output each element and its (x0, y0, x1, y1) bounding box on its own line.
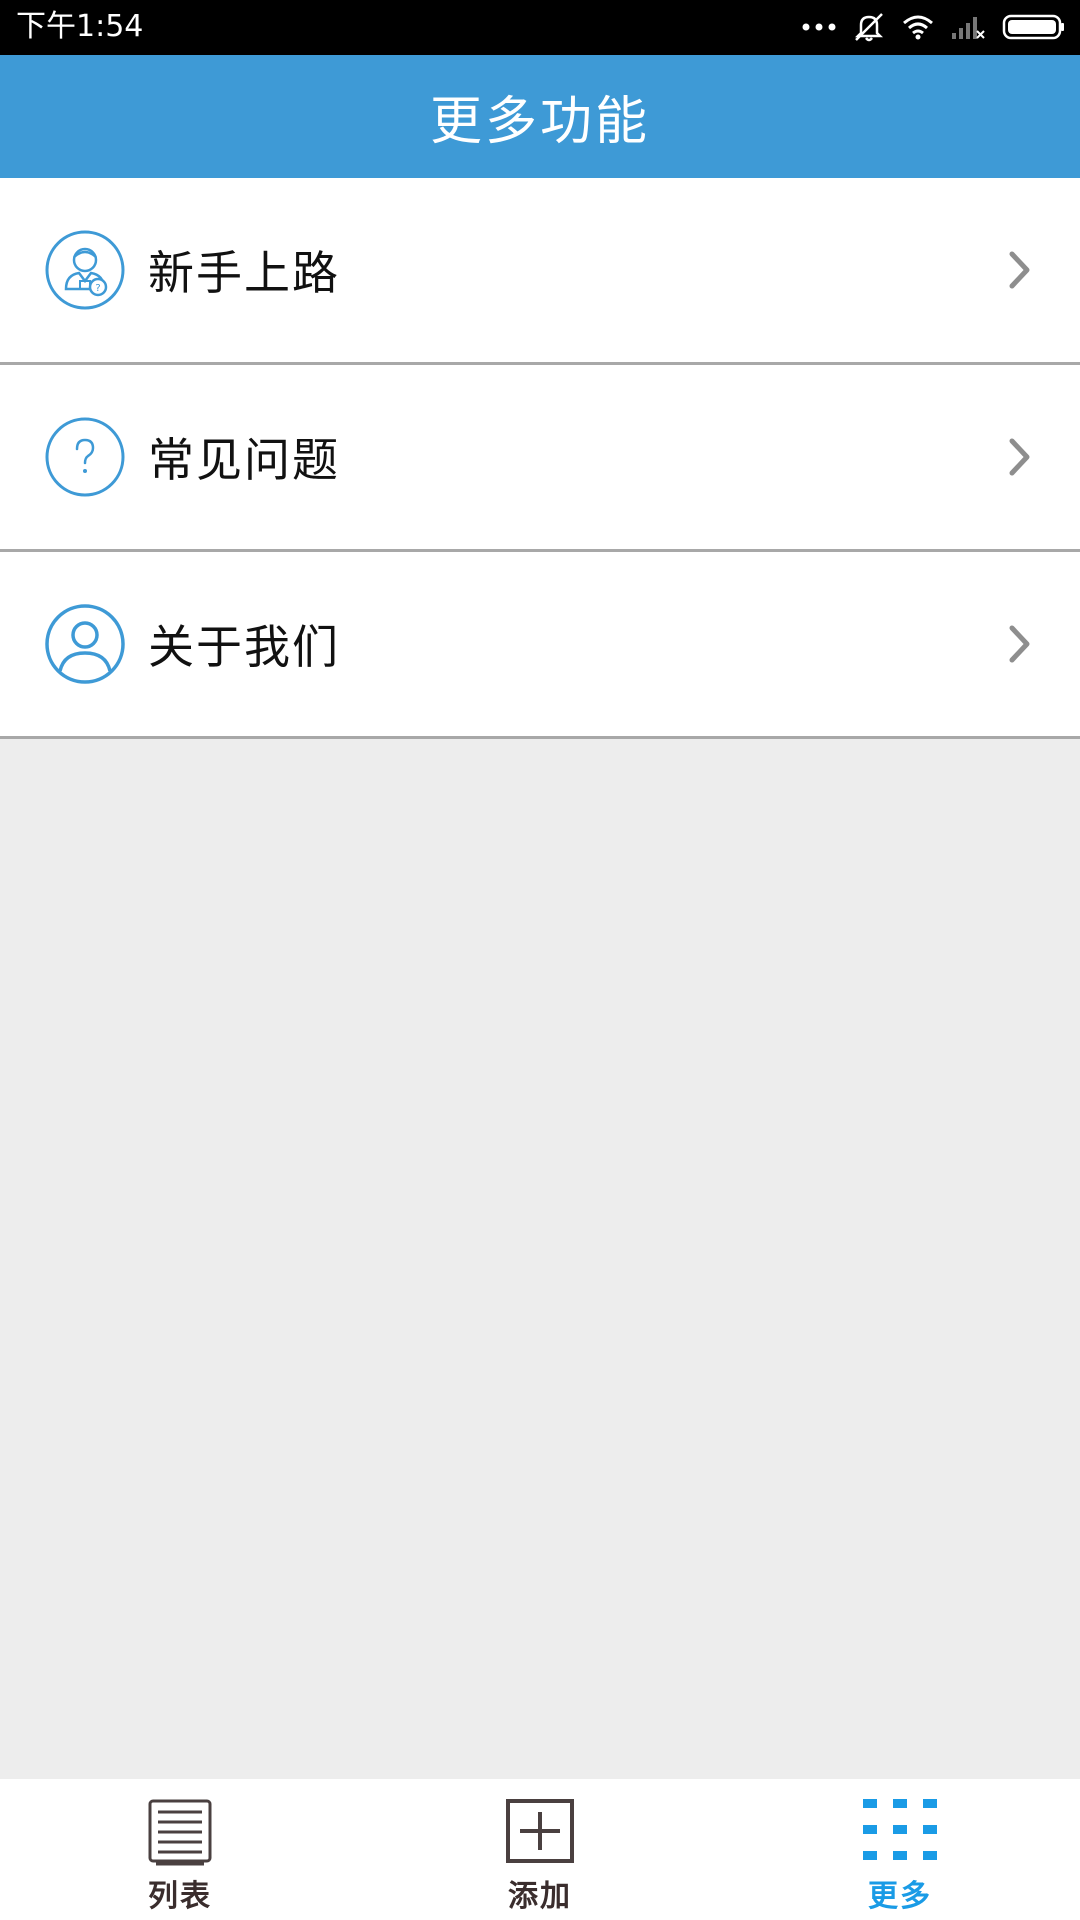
nav-item-add[interactable]: 添加 (360, 1779, 720, 1920)
nav-item-list[interactable]: 列表 (0, 1779, 360, 1920)
title-bar: 更多功能 (0, 55, 1080, 178)
battery-icon (1002, 13, 1066, 41)
nav-label-more: 更多 (868, 1879, 932, 1914)
mute-icon (852, 11, 886, 43)
chevron-right-icon (1008, 436, 1032, 478)
menu-item-label: 新手上路 (148, 246, 340, 300)
bottom-nav: 列表 添加 更多 (0, 1779, 1080, 1920)
chevron-right-icon (1008, 623, 1032, 665)
add-icon (504, 1798, 576, 1864)
page-title: 更多功能 (429, 92, 650, 152)
menu-item-faq[interactable]: 常见问题 (0, 365, 1080, 552)
user-icon (44, 603, 126, 685)
menu-item-about-us[interactable]: 关于我们 (0, 552, 1080, 739)
grid-icon (862, 1798, 938, 1862)
nav-item-more[interactable]: 更多 (720, 1779, 1080, 1920)
list-icon (146, 1798, 214, 1866)
nav-label-list: 列表 (148, 1879, 212, 1914)
menu-item-beginner-guide[interactable]: ? 新手上路 (0, 178, 1080, 365)
menu-item-label: 关于我们 (148, 620, 340, 674)
status-icons (802, 8, 1066, 46)
menu-list: ? 新手上路 常见问题 关于我们 (0, 178, 1080, 739)
chevron-right-icon (1008, 249, 1032, 291)
more-dots-icon (802, 22, 836, 32)
nav-label-add: 添加 (508, 1879, 572, 1914)
wifi-icon (902, 13, 934, 41)
no-signal-icon (950, 13, 986, 41)
question-icon (44, 416, 126, 498)
status-time: 下午1:54 (16, 9, 144, 44)
status-bar: 下午1:54 (0, 0, 1080, 55)
svg-text:?: ? (95, 283, 100, 294)
menu-item-label: 常见问题 (148, 433, 340, 487)
beginner-guide-icon: ? (44, 229, 126, 311)
